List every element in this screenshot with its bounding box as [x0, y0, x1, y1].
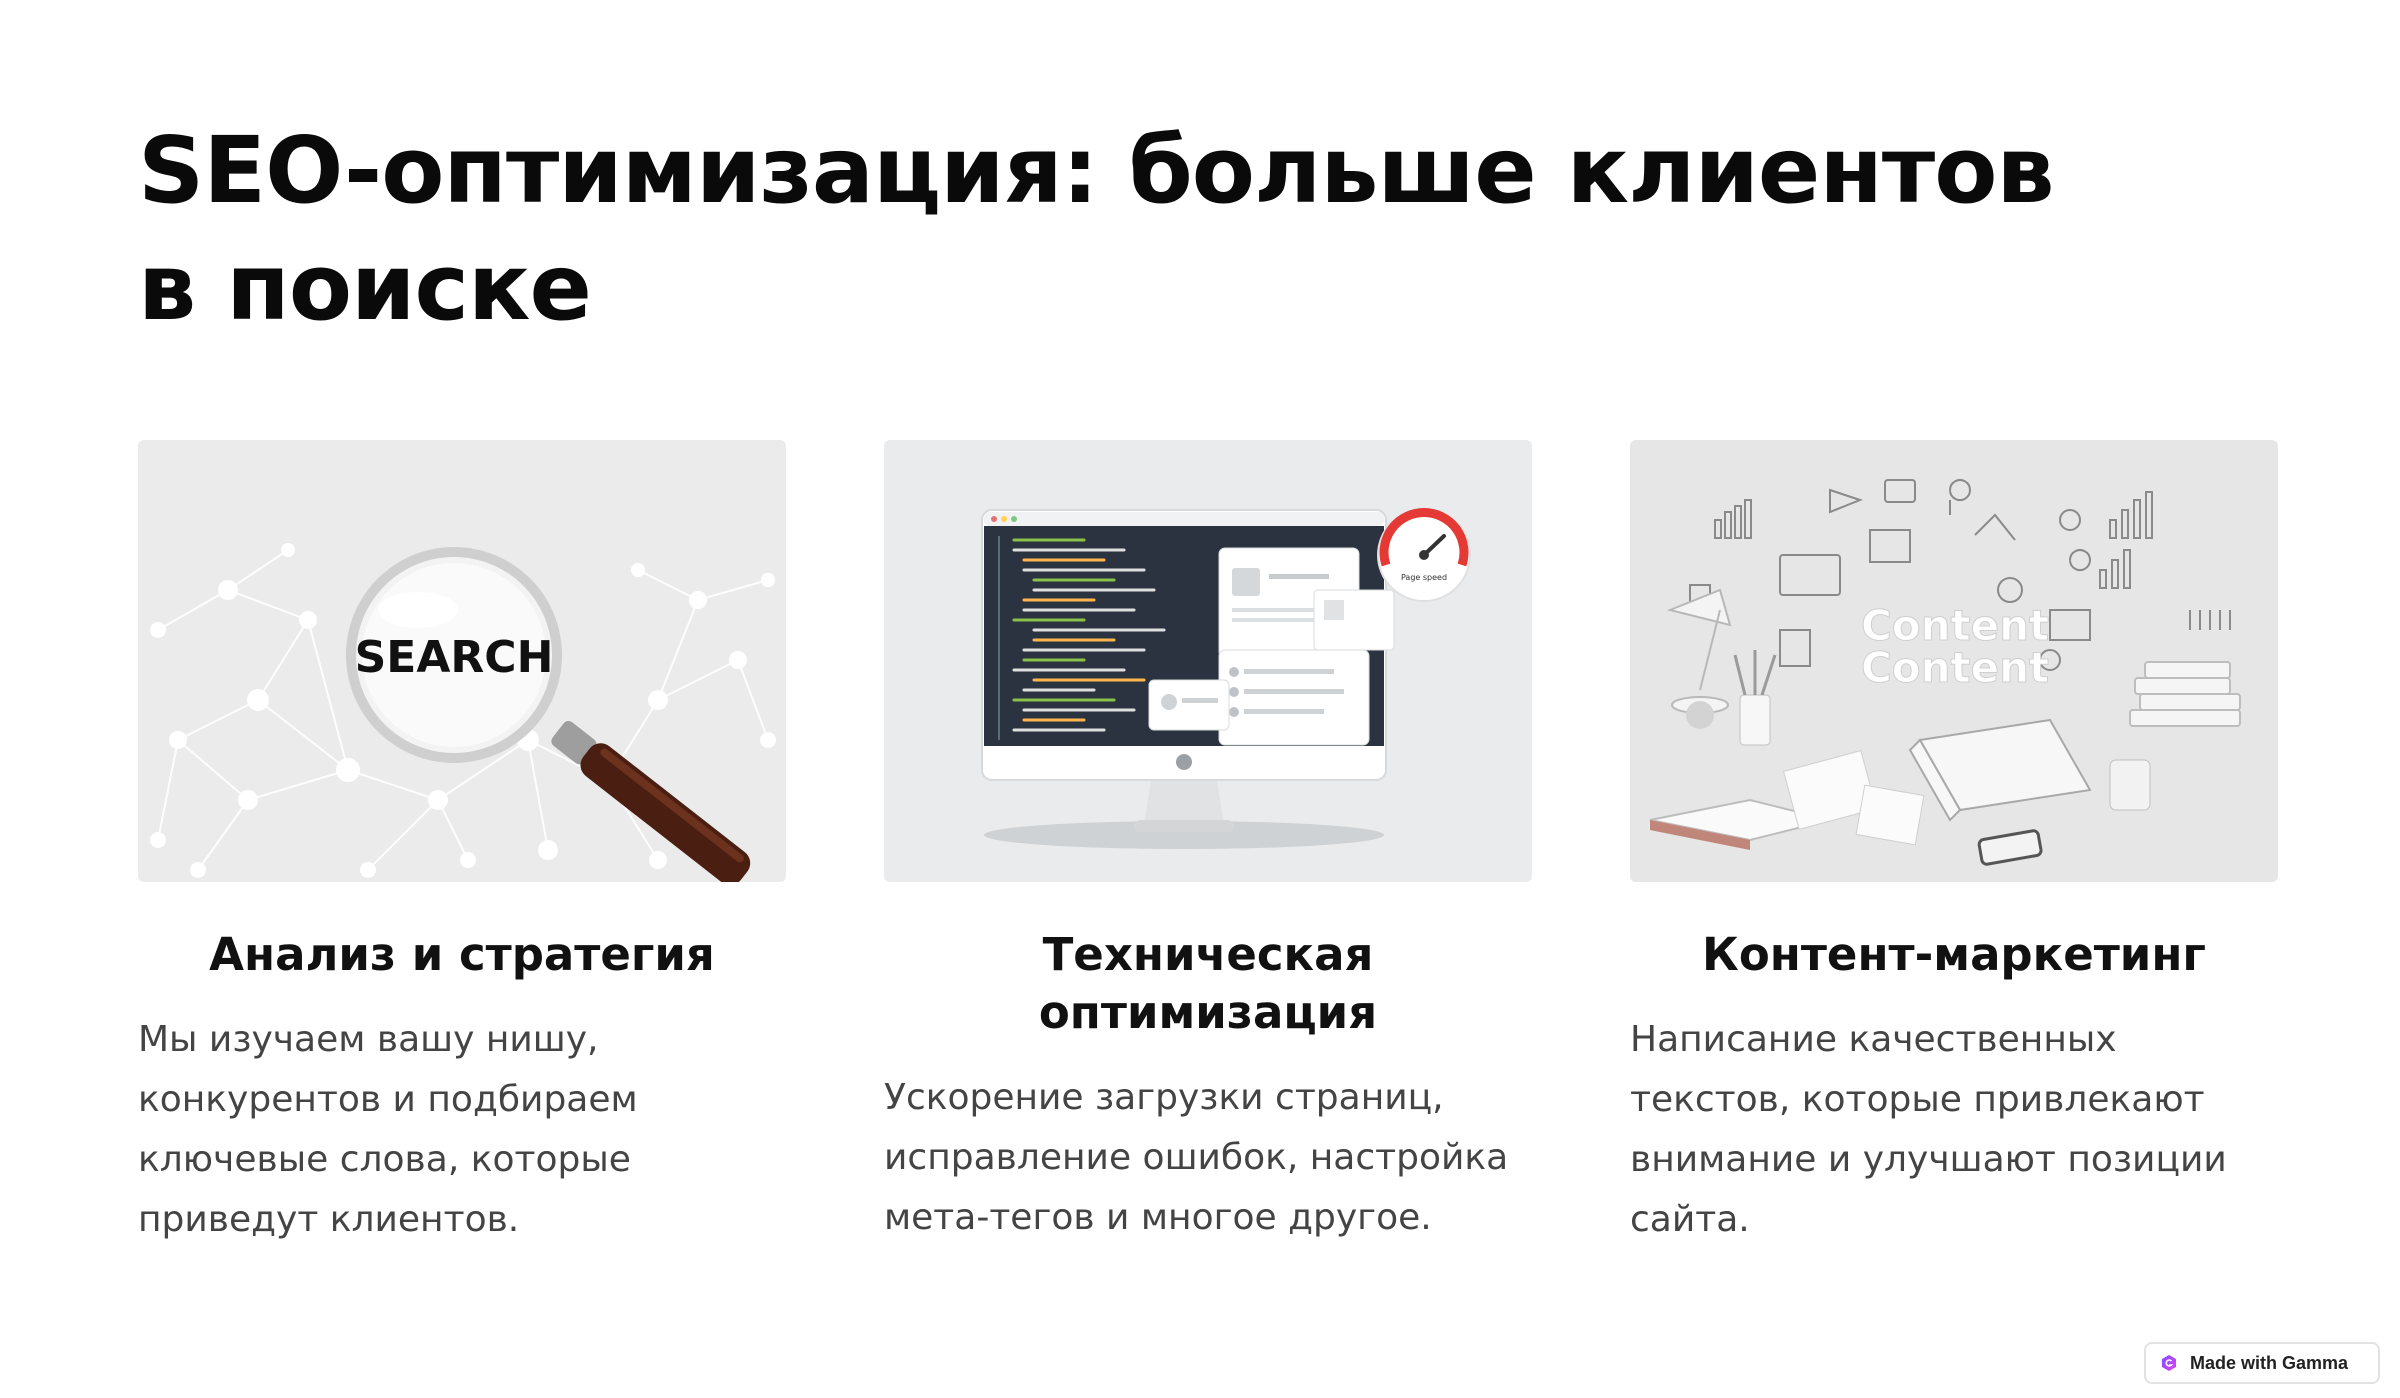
page-speed-text: Page speed: [1401, 573, 1447, 582]
card-heading: Анализ и стратегия: [209, 928, 715, 981]
page-title: SEO-оптимизация: больше клиентов в поиск…: [138, 117, 2055, 341]
magnifying-glass-network-image: SEARCH: [138, 440, 786, 882]
card-heading: Контент-маркетинг: [1702, 928, 2206, 981]
card-heading: Техническая оптимизация: [1038, 928, 1378, 1039]
card-body: Ускорение загрузки страниц, исправление …: [884, 1077, 1509, 1238]
made-with-gamma-badge[interactable]: Made with Gamma: [2144, 1342, 2380, 1384]
card-body: Написание качественных текстов, которые …: [1630, 1019, 2227, 1240]
badge-label: Made with Gamma: [2190, 1352, 2349, 1373]
card-content: Content Content Контент-маркетинг Написа…: [1630, 440, 2278, 1250]
card-technical: Page speed Техническая оптимизация Ускор…: [884, 440, 1532, 1248]
gamma-logo-icon: [2162, 1355, 2176, 1371]
card-analysis: SEARCH Анализ и стратегия Мы изучаем ваш…: [138, 440, 786, 1250]
monitor-code-speedometer-image: Page speed: [884, 440, 1532, 882]
card-body: Мы изучаем вашу нишу, конкурентов и подб…: [138, 1019, 638, 1240]
search-lens-text: SEARCH: [355, 632, 554, 683]
content-text-2: Content: [1861, 643, 2049, 692]
content-workspace-image: Content Content: [1630, 440, 2278, 882]
